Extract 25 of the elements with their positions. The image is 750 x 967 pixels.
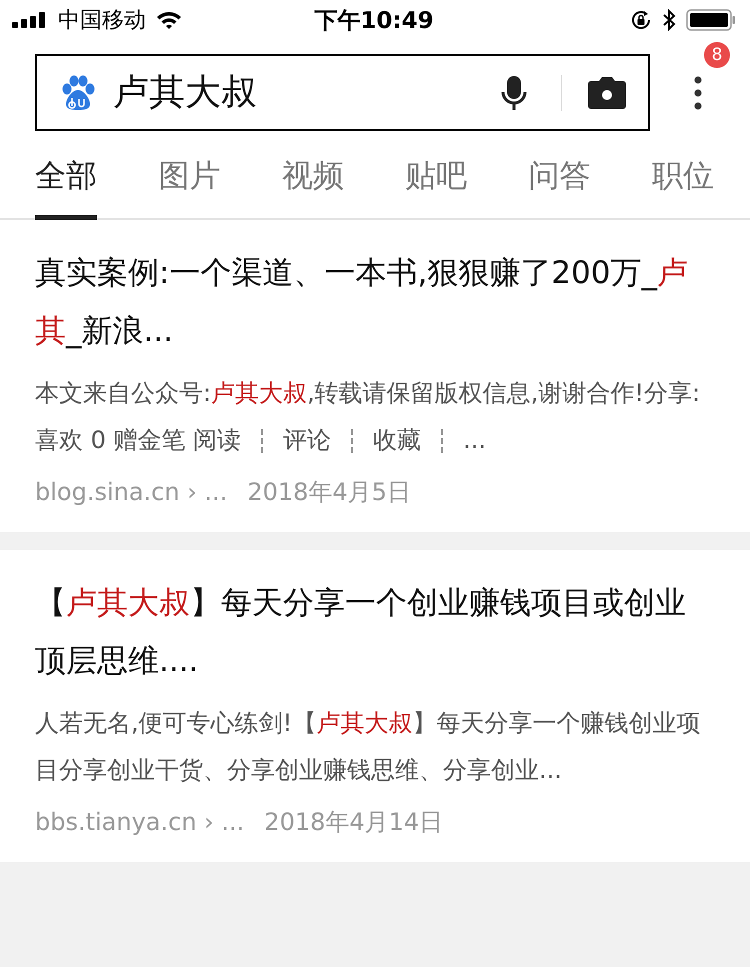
result-snippet: 本文来自公众号:卢其大叔,转载请保留版权信息,谢谢合作!分享: 喜欢 0 赠金笔 阅读 评论 收藏 ... [35,378,702,456]
result-title[interactable]: 【卢其大叔】每天分享一个创业赚钱项目或创业顶层思维.... [35,574,715,690]
clock-time: 下午10:49 [314,6,434,36]
result-snippet: 人若无名,便可专心练剑!【卢其大叔】每天分享一个赚钱创业项目分享创业干货、分享创业赚钱思维、分享创业... [35,708,702,786]
wifi-icon [156,10,182,30]
signal-icon [12,12,48,28]
more-menu-icon[interactable] [694,76,702,110]
carrier-name: 中国移动 [58,7,146,35]
search-tab[interactable]: 图片 [158,145,220,220]
search-tab[interactable]: 问答 [528,145,591,220]
rotation-lock-icon [630,9,652,31]
notification-badge: 8 [704,42,730,68]
search-field[interactable]: 卢其大叔 [35,54,650,131]
result-date: 2018年4月5日 [247,477,411,508]
result-source[interactable]: blog.sina.cn › ... [35,472,228,512]
search-tab[interactable]: 视频 [282,145,344,220]
camera-icon[interactable] [588,76,626,108]
battery-icon [686,9,736,31]
search-tab[interactable]: 职位 [652,145,714,220]
bluetooth-icon [662,9,676,31]
search-tab[interactable]: 贴吧 [405,145,468,220]
result-source[interactable]: bbs.tianya.cn › ... [35,802,244,842]
result-title[interactable]: 真实案例:一个渠道、一本书,狠狠赚了200万_卢其_新浪... [35,244,715,360]
result-date: 2018年4月14日 [264,807,444,838]
microphone-icon[interactable] [501,74,527,110]
